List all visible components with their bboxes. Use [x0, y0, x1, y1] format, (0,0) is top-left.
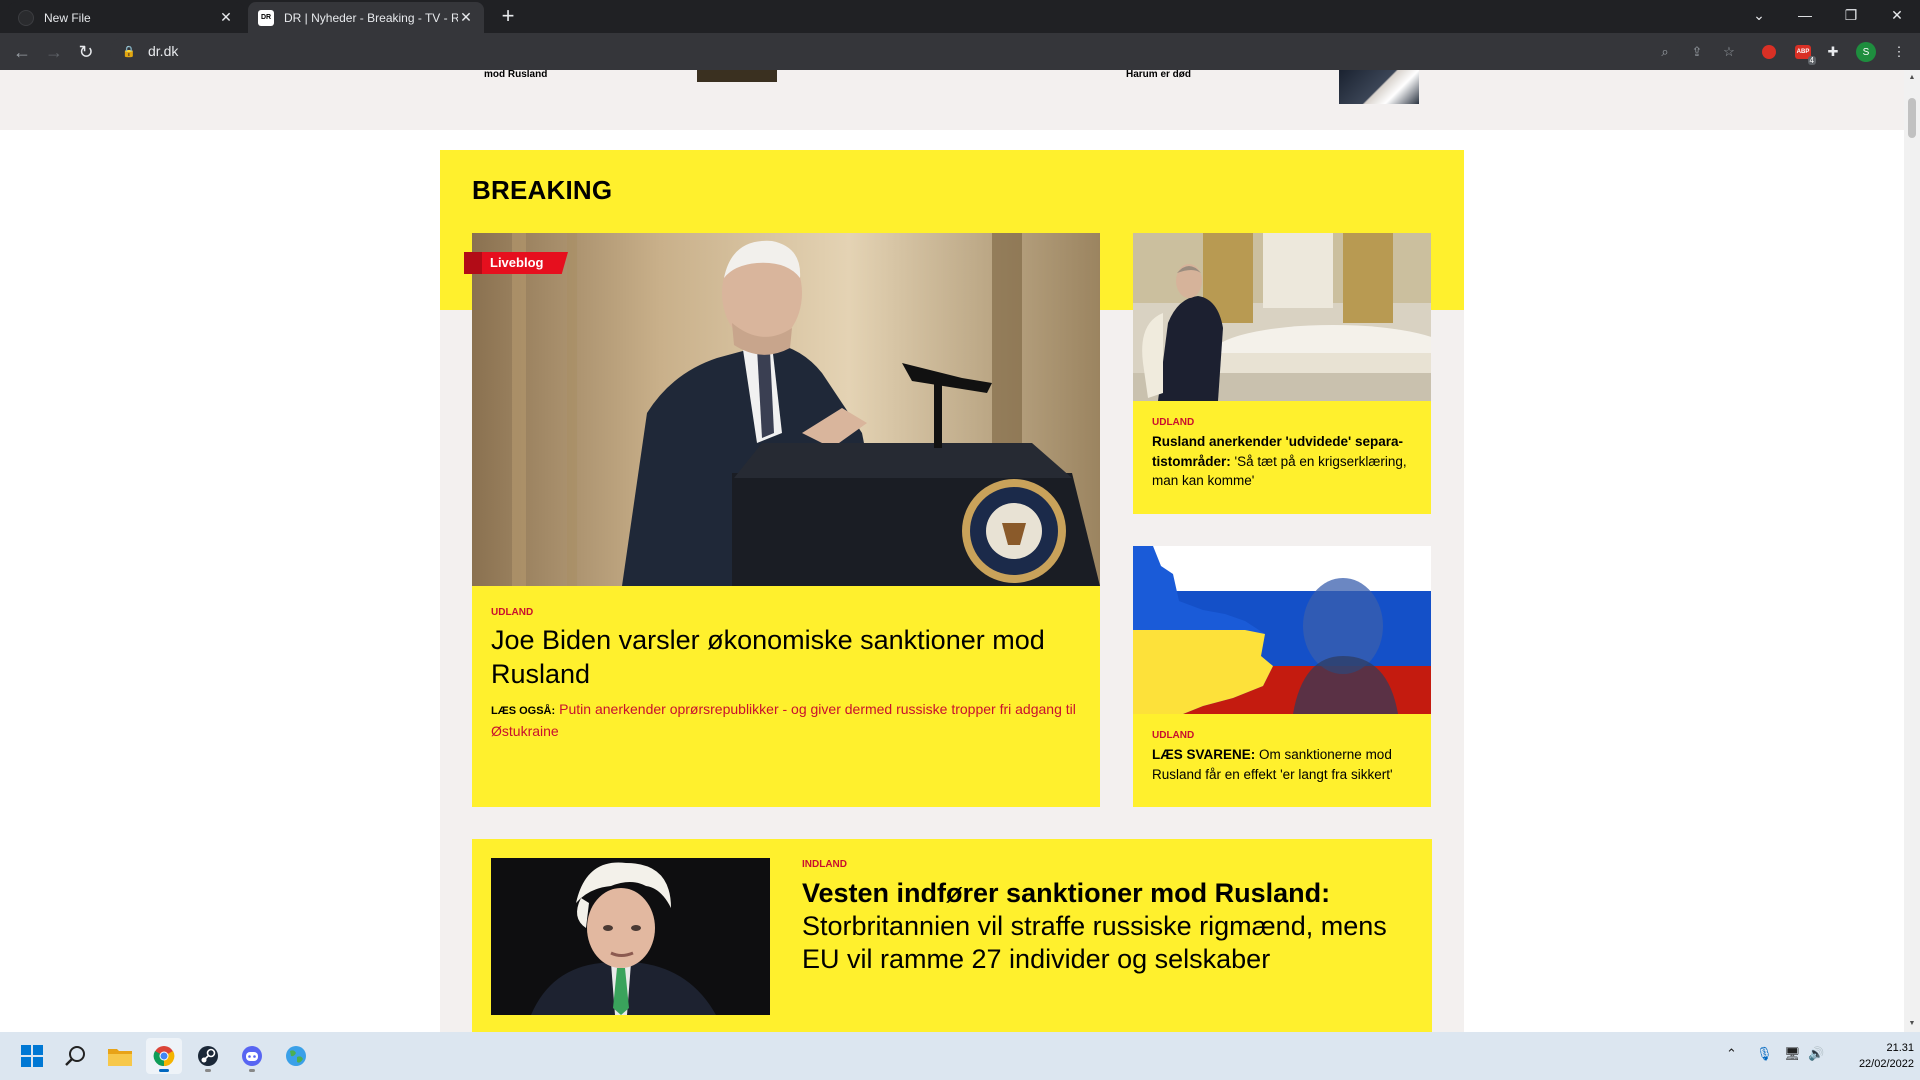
- active-app-indicator: [159, 1069, 169, 1072]
- tab-title: New File: [44, 10, 91, 25]
- side-story-card-1[interactable]: UDLAND Rusland anerkender 'udvidede' sep…: [1133, 233, 1431, 514]
- bookmark-star-icon[interactable]: ☆: [1718, 41, 1740, 63]
- lock-icon: 🔒: [122, 45, 136, 58]
- side-story-headline[interactable]: Rusland anerkender 'udvidede' separa­tis…: [1152, 432, 1424, 491]
- url-text: dr.dk: [148, 43, 179, 59]
- read-also-link[interactable]: LÆS OGSÅ: Putin anerkender oprørsrepublik…: [491, 699, 1081, 741]
- scroll-down-arrow-icon[interactable]: ▼: [1908, 1020, 1916, 1027]
- strip-headline-right[interactable]: Harum er død: [1126, 70, 1191, 80]
- file-explorer-icon[interactable]: [102, 1038, 138, 1074]
- side-story-headline[interactable]: LÆS SVARENE: Om sanktionerne mod Rusland…: [1152, 745, 1424, 784]
- side-story-category[interactable]: UDLAND: [1152, 730, 1194, 741]
- tab-title: DR | Nyheder - Breaking - TV - Radio: [284, 10, 458, 25]
- restore-button[interactable]: ❐: [1828, 0, 1874, 30]
- taskbar-clock[interactable]: 21.31 22/02/2022: [1828, 1040, 1914, 1072]
- running-app-indicator: [205, 1069, 211, 1072]
- minimize-button[interactable]: —: [1782, 0, 1828, 30]
- windows-taskbar: ⌃ 🎙 🖥 🔊 21.31 22/02/2022: [0, 1032, 1920, 1080]
- close-icon[interactable]: ✕: [458, 9, 474, 26]
- main-story-category[interactable]: UDLAND: [491, 607, 533, 618]
- main-story-headline[interactable]: Joe Biden varsler økonomiske sanktioner …: [491, 623, 1081, 691]
- bottom-story-card[interactable]: INDLAND Vesten indfører sanktioner mod R…: [472, 839, 1432, 1032]
- dr-favicon: DR: [258, 9, 274, 26]
- chrome-taskbar-icon[interactable]: [146, 1038, 182, 1074]
- page-scrollbar[interactable]: ▲ ▼: [1904, 70, 1920, 1032]
- zoom-icon[interactable]: ⌕: [1654, 41, 1676, 63]
- previous-section-strip: mod Rusland Harum er død: [0, 70, 1904, 130]
- volume-icon[interactable]: 🔊: [1808, 1046, 1824, 1062]
- bottom-story-category[interactable]: INDLAND: [802, 859, 847, 870]
- bottom-story-bold: Vesten indfører sanktioner mod Rusland:: [802, 878, 1331, 908]
- address-bar[interactable]: 🔒 dr.dk: [110, 37, 1680, 65]
- extension-badge: 4: [1807, 56, 1816, 65]
- network-icon[interactable]: 🖥: [1784, 1046, 1801, 1062]
- browser-toolbar: ← → ↻ 🔒 dr.dk ⌕ ⇪ ☆ ABP 4 ✚ S ⋮: [0, 33, 1920, 70]
- side-story-bold: LÆS SVARENE:: [1152, 747, 1256, 762]
- forward-button[interactable]: →: [40, 38, 68, 66]
- extensions-puzzle-icon[interactable]: ✚: [1822, 41, 1844, 63]
- page-viewport: mod Rusland Harum er død BREAKING Livebl…: [0, 70, 1904, 1032]
- biden-press-photo[interactable]: [472, 233, 1100, 586]
- putin-table-photo[interactable]: [1133, 233, 1431, 401]
- tab-search-icon[interactable]: ⌄: [1736, 0, 1782, 30]
- bottom-story-headline[interactable]: Vesten indfører sanktioner mod Rusland: …: [802, 877, 1412, 976]
- liveblog-badge[interactable]: Liveblog: [464, 252, 568, 274]
- side-story-card-2[interactable]: UDLAND LÆS SVARENE: Om sanktionerne mod …: [1133, 546, 1431, 807]
- globe-app-icon[interactable]: [278, 1038, 314, 1074]
- reload-button[interactable]: ↻: [72, 38, 100, 66]
- adblock-extension-icon[interactable]: ABP 4: [1792, 41, 1816, 65]
- running-app-indicator: [249, 1069, 255, 1072]
- putin-flags-graphic[interactable]: [1133, 546, 1431, 714]
- new-tab-button[interactable]: +: [496, 5, 520, 28]
- scroll-thumb[interactable]: [1908, 98, 1916, 138]
- tab-dr-news[interactable]: DR DR | Nyheder - Breaking - TV - Radio …: [248, 2, 484, 33]
- steam-icon[interactable]: [190, 1038, 226, 1074]
- close-window-button[interactable]: ✕: [1874, 0, 1920, 30]
- profile-avatar[interactable]: S: [1855, 41, 1877, 63]
- clock-date: 22/02/2022: [1858, 1058, 1914, 1070]
- close-icon[interactable]: ✕: [218, 9, 234, 26]
- discord-icon[interactable]: [234, 1038, 270, 1074]
- microphone-icon[interactable]: 🎙: [1756, 1046, 1773, 1062]
- tray-overflow-chevron-icon[interactable]: ⌃: [1726, 1046, 1737, 1062]
- section-title: BREAKING: [472, 175, 613, 205]
- strip-thumbnail-right[interactable]: [1339, 70, 1419, 104]
- windows-start-icon[interactable]: [14, 1038, 50, 1074]
- back-button[interactable]: ←: [8, 38, 36, 66]
- browser-tab-bar: New File ✕ DR DR | Nyheder - Breaking - …: [0, 0, 1920, 33]
- strip-headline-left[interactable]: mod Rusland: [484, 70, 547, 80]
- main-story-card[interactable]: Liveblog UDLAND Joe Biden varsler økonom…: [464, 233, 1100, 807]
- tab-new-file[interactable]: New File ✕: [8, 2, 244, 33]
- tab-favicon: [18, 9, 34, 26]
- extension-stop-icon[interactable]: [1758, 41, 1780, 63]
- bottom-story-text: Storbritannien vil straffe russiske rigm…: [802, 911, 1387, 974]
- boris-johnson-photo[interactable]: [491, 858, 770, 1015]
- search-icon[interactable]: [58, 1038, 94, 1074]
- read-also-label: LÆS OGSÅ:: [491, 705, 556, 717]
- read-also-text[interactable]: Putin anerkender oprørsrepublikker - og …: [491, 701, 1076, 739]
- share-icon[interactable]: ⇪: [1686, 41, 1708, 63]
- side-story-category[interactable]: UDLAND: [1152, 417, 1194, 428]
- strip-thumbnail-left[interactable]: [697, 70, 777, 82]
- menu-kebab-icon[interactable]: ⋮: [1888, 41, 1910, 63]
- clock-time: 21.31: [1886, 1042, 1914, 1054]
- scroll-up-arrow-icon[interactable]: ▲: [1908, 74, 1916, 81]
